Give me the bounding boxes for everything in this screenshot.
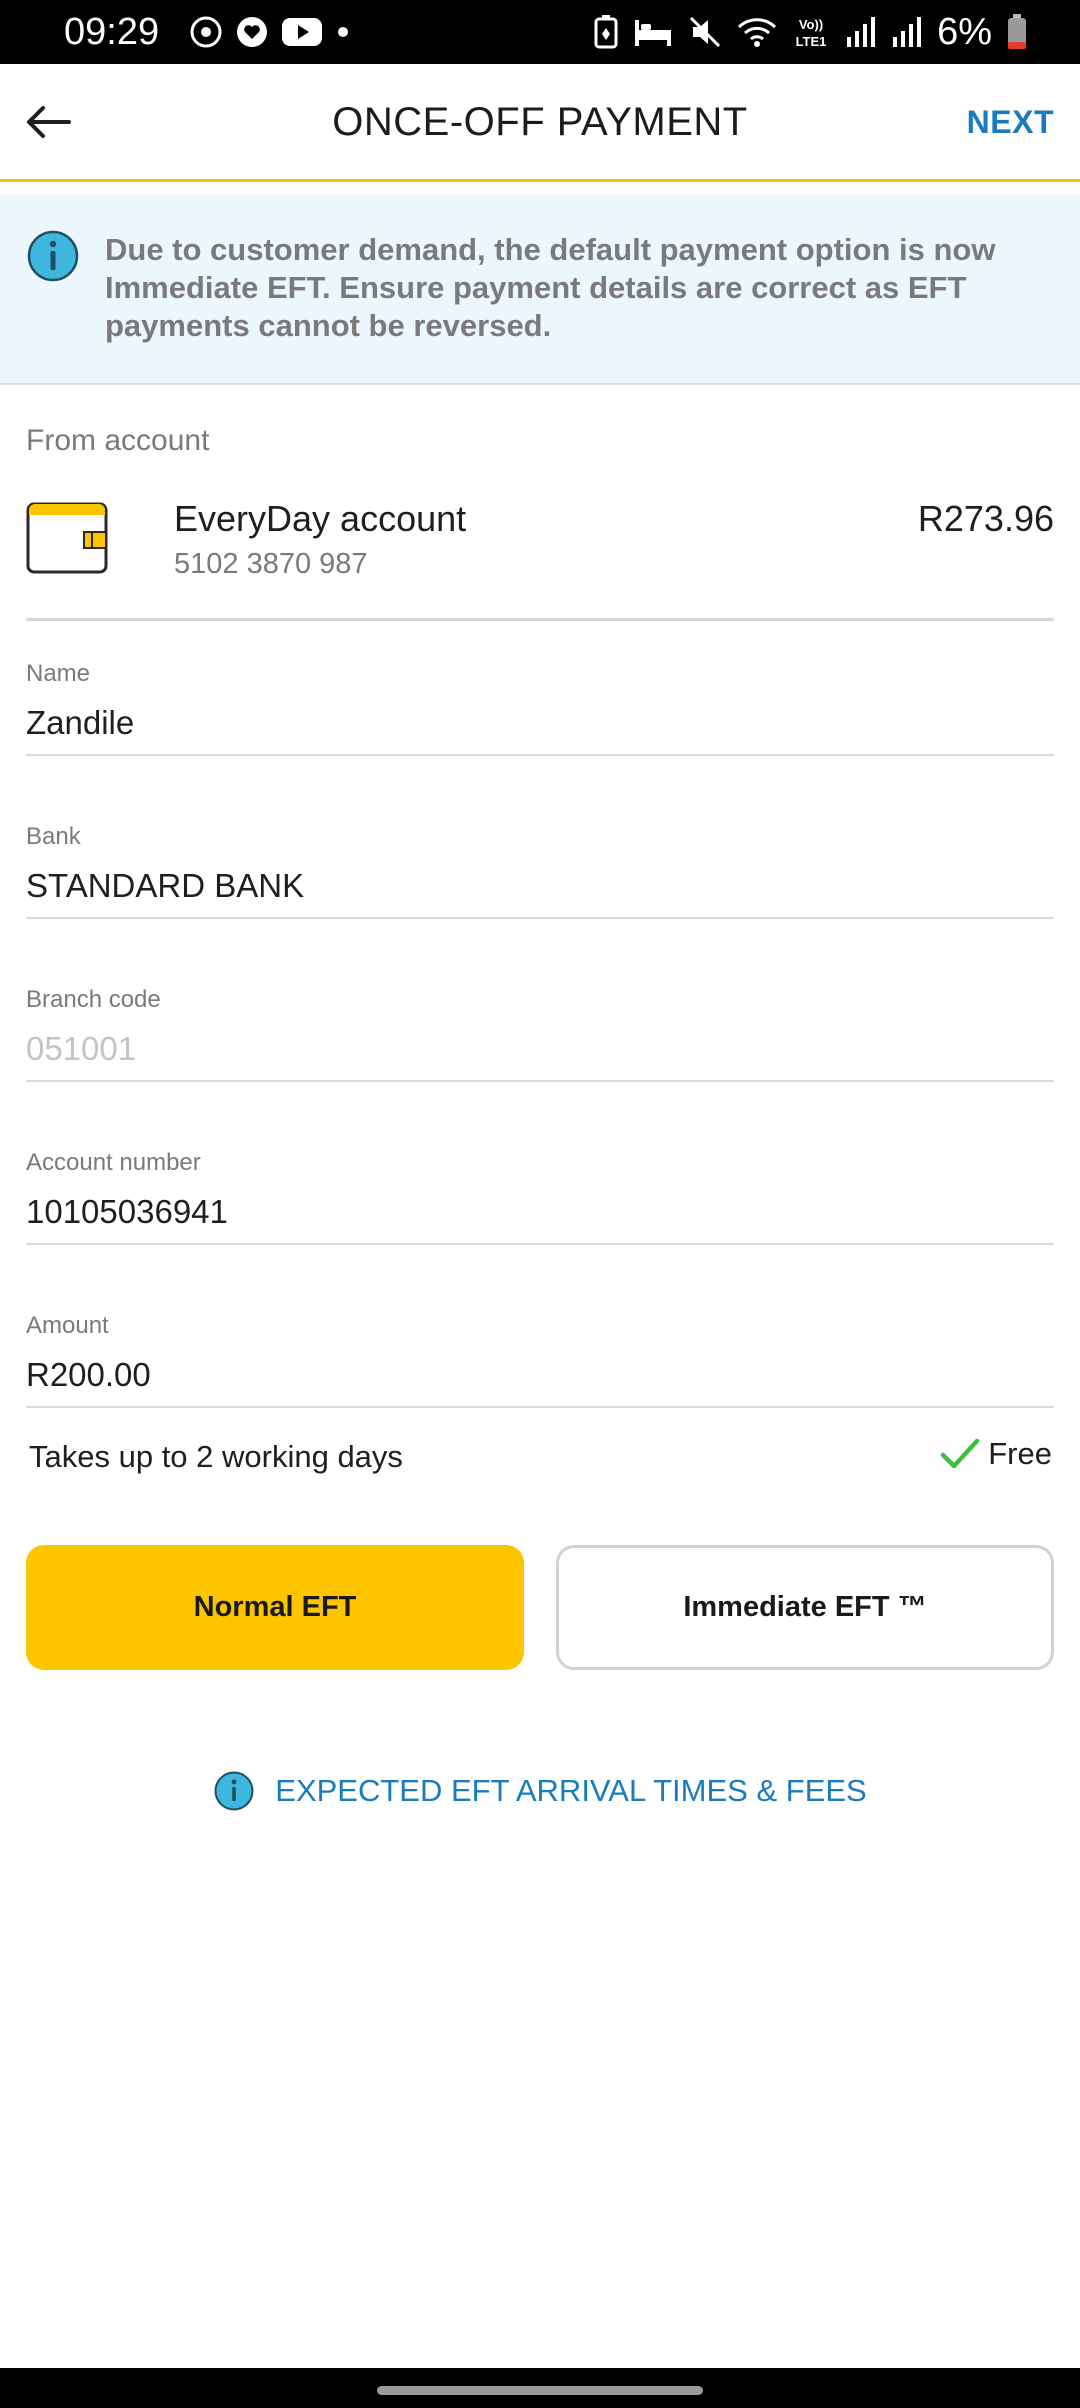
field-underline — [26, 917, 1054, 919]
next-button[interactable]: NEXT — [967, 104, 1054, 141]
status-bar-left: 09:29 — [64, 11, 351, 54]
eft-arrival-times-link-text[interactable]: EXPECTED EFT ARRIVAL TIMES & FEES — [275, 1773, 866, 1809]
from-account-label: From account — [26, 424, 210, 457]
account-divider — [26, 618, 1054, 621]
field-underline — [26, 1243, 1054, 1245]
amount-field[interactable]: Amount R200.00 — [26, 1312, 1054, 1412]
field-underline — [26, 1080, 1054, 1082]
bank-field-label: Bank — [26, 823, 81, 850]
account-name: EveryDay account — [174, 498, 467, 539]
svg-text:Vo)): Vo)) — [799, 17, 823, 32]
navigation-bar — [0, 2368, 1080, 2408]
volte-icon: Vo)) LTE1 — [791, 14, 831, 50]
battery-saver-icon — [593, 14, 619, 50]
field-underline — [26, 754, 1054, 756]
info-banner-text: Due to customer demand, the default paym… — [105, 232, 996, 343]
page-title: ONCE-OFF PAYMENT — [332, 100, 748, 144]
status-time: 09:29 — [64, 10, 160, 53]
dot-icon — [335, 24, 351, 40]
threads-icon — [189, 15, 223, 49]
account-number-field[interactable]: Account number 10105036941 — [26, 1149, 1054, 1249]
name-field-label: Name — [26, 660, 91, 687]
battery-percent: 6% — [937, 10, 992, 53]
battery-icon — [1006, 13, 1028, 51]
mute-icon — [687, 14, 723, 50]
amount-field-label: Amount — [26, 1312, 109, 1339]
info-icon — [27, 230, 79, 282]
timing-text: Takes up to 2 working days — [29, 1439, 403, 1474]
bank-field-value[interactable]: STANDARD BANK — [26, 867, 304, 905]
youtube-icon — [281, 16, 323, 48]
account-number: 5102 3870 987 — [174, 548, 368, 580]
wallet-icon — [26, 502, 108, 574]
info-icon — [214, 1771, 254, 1811]
name-field[interactable]: Name Zandile — [26, 660, 1054, 760]
account-number-field-value[interactable]: 10105036941 — [26, 1193, 228, 1231]
bank-field[interactable]: Bank STANDARD BANK — [26, 823, 1054, 923]
svg-text:LTE1: LTE1 — [796, 34, 827, 49]
bed-icon — [633, 16, 673, 48]
name-field-value[interactable]: Zandile — [26, 704, 134, 742]
fee-indicator: Free — [940, 1436, 1052, 1472]
branch-code-field: Branch code 051001 — [26, 986, 1054, 1086]
branch-code-field-value: 051001 — [26, 1030, 137, 1067]
home-indicator[interactable] — [377, 2386, 703, 2395]
account-number-field-label: Account number — [26, 1149, 201, 1176]
fee-text: Free — [988, 1436, 1052, 1471]
info-banner: Due to customer demand, the default paym… — [0, 195, 1080, 385]
amount-field-value[interactable]: R200.00 — [26, 1356, 151, 1394]
checkmark-icon — [941, 1438, 980, 1469]
eft-arrival-times-link[interactable]: EXPECTED EFT ARRIVAL TIMES & FEES — [0, 1770, 1080, 1812]
field-underline — [26, 1406, 1054, 1408]
status-bar-right: Vo)) LTE1 6% — [593, 11, 1028, 54]
account-balance: R273.96 — [917, 498, 1054, 539]
wifi-icon — [737, 15, 777, 49]
status-bar: 09:29 Vo)) LTE1 6% — [0, 0, 1080, 64]
branch-code-field-label: Branch code — [26, 986, 161, 1013]
app-header: ONCE-OFF PAYMENT NEXT — [0, 64, 1080, 182]
normal-eft-button[interactable]: Normal EFT — [26, 1545, 524, 1670]
payment-screen: 09:29 Vo)) LTE1 6% ONCE-OFF PAYMENT NEXT… — [0, 0, 1080, 2408]
heart-chat-icon — [235, 15, 269, 49]
signal-icon — [845, 15, 877, 49]
immediate-eft-button[interactable]: Immediate EFT ™ — [556, 1545, 1054, 1670]
signal-icon — [891, 15, 923, 49]
